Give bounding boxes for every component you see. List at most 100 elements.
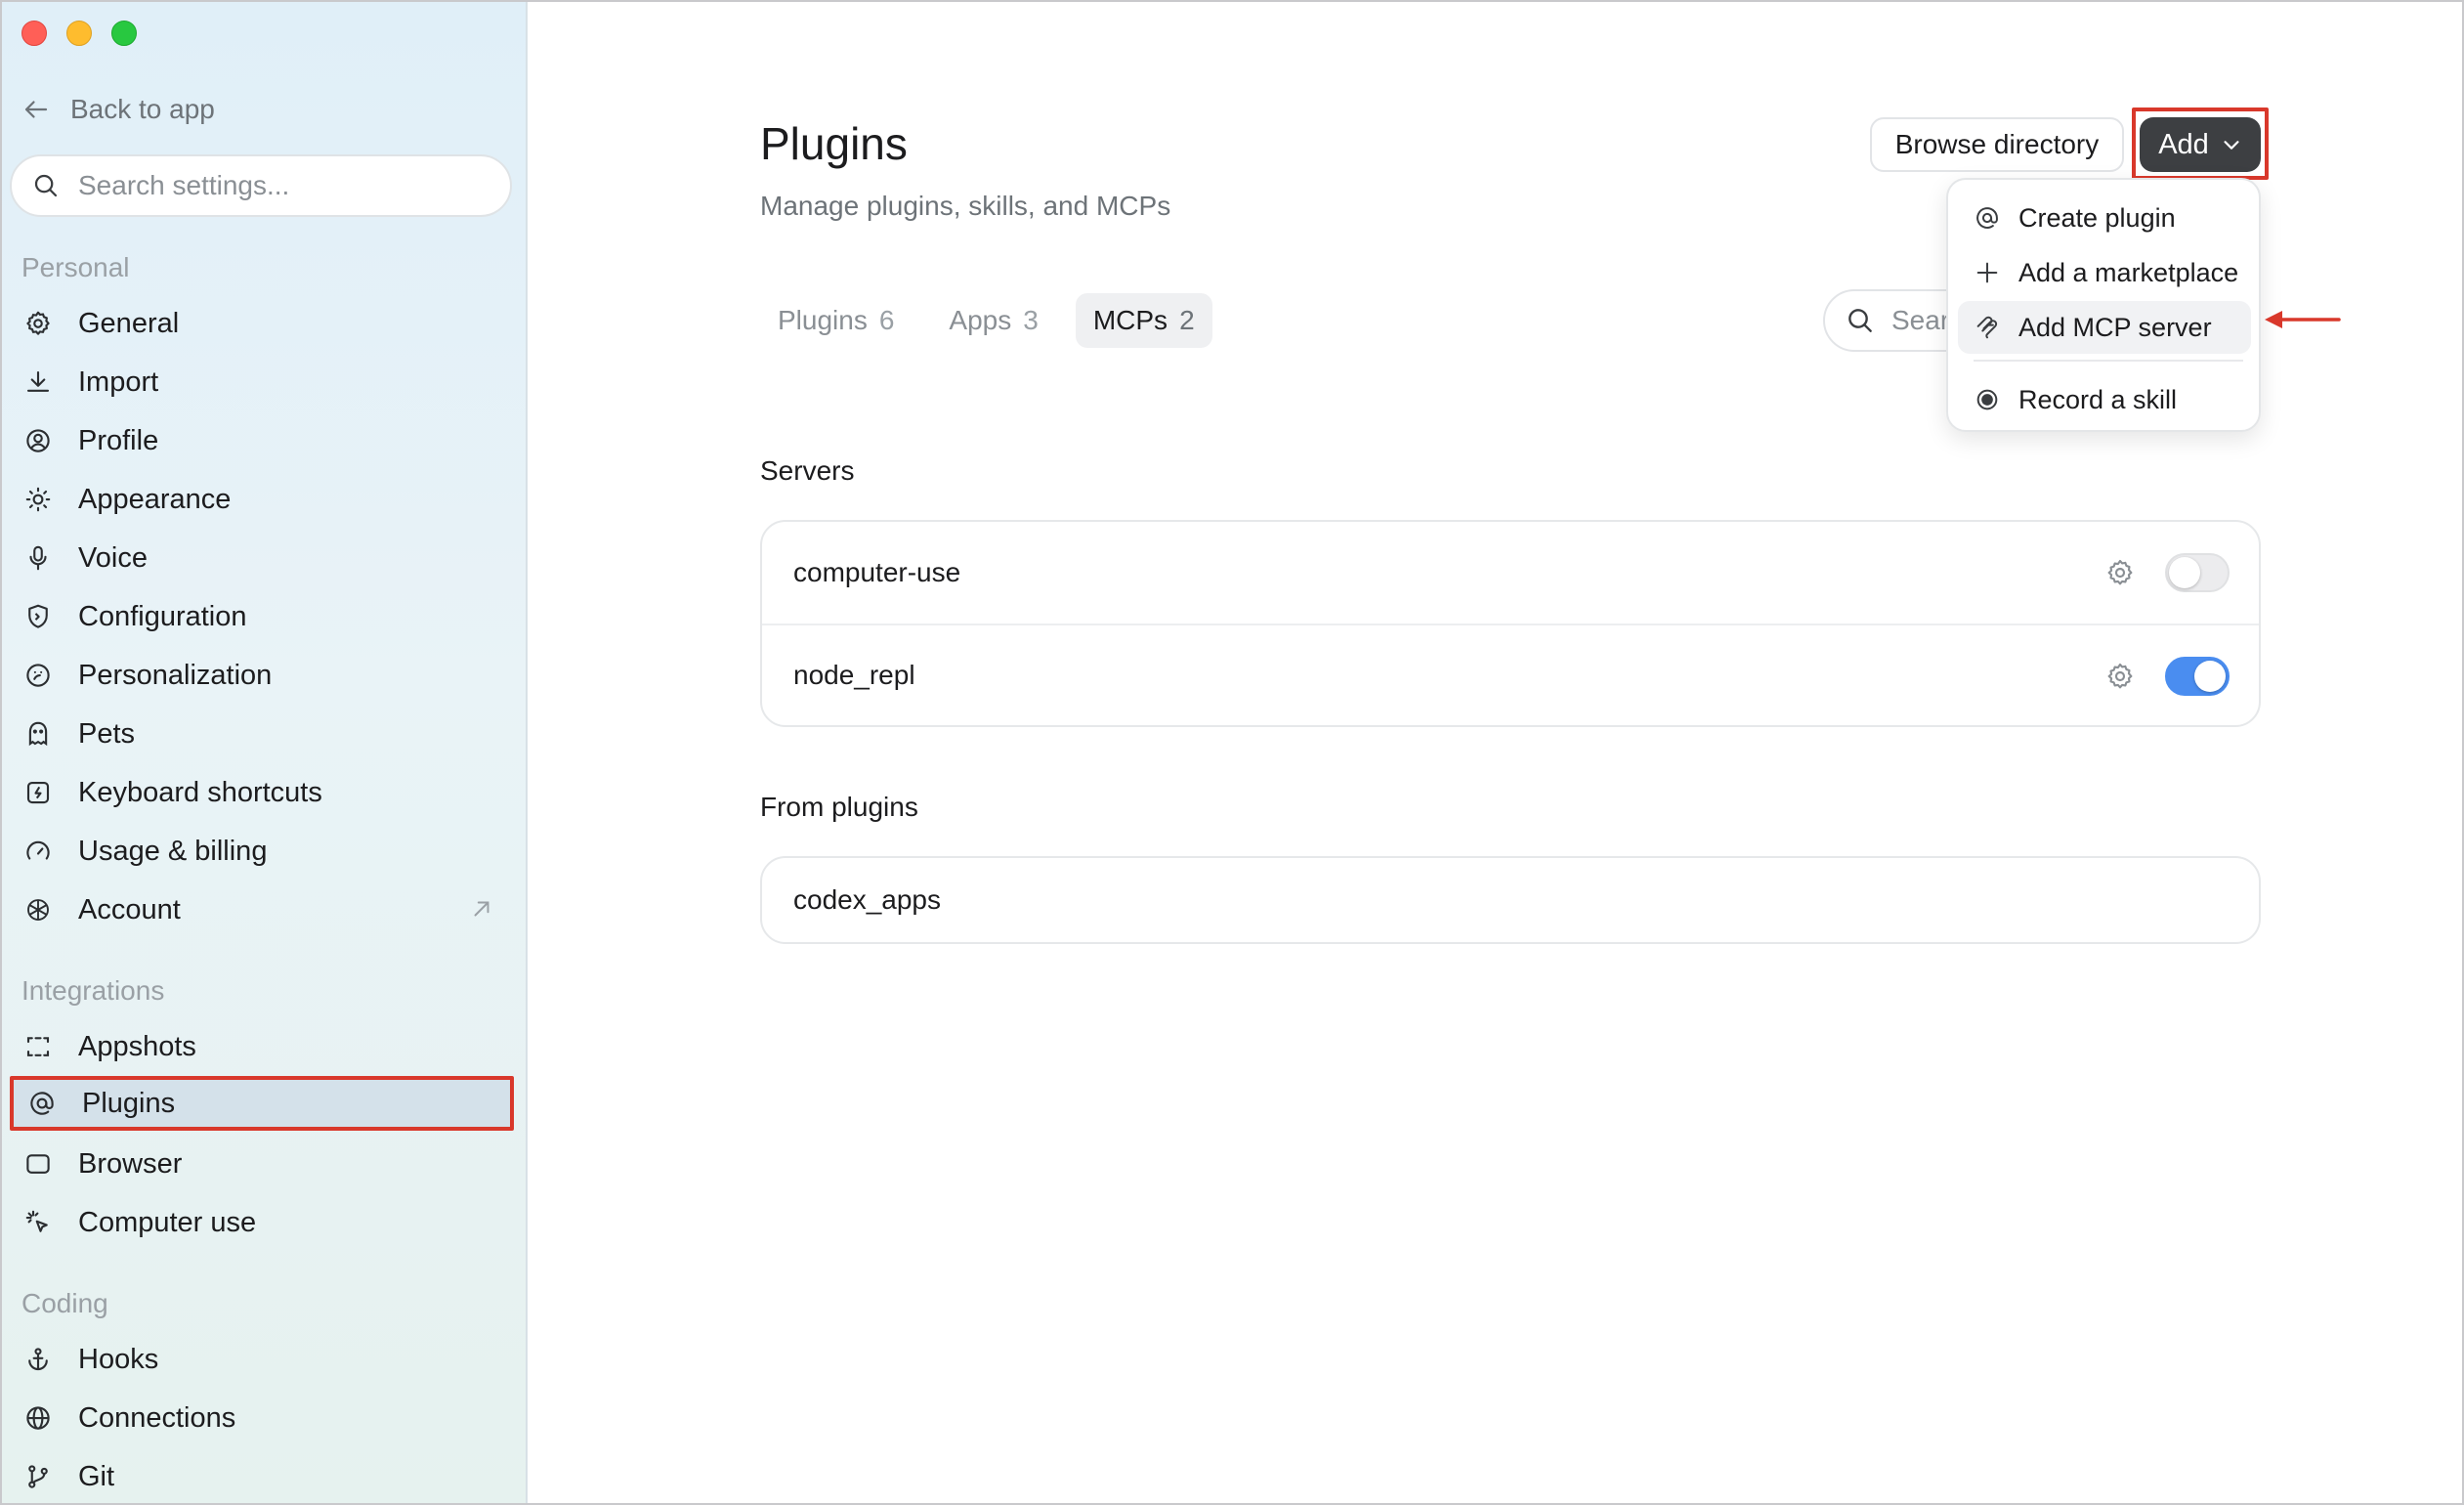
close-window-button[interactable] <box>21 21 47 46</box>
menu-divider <box>1974 360 2243 362</box>
sidebar-item-import[interactable]: Import <box>10 355 514 409</box>
anchor-icon <box>21 1343 55 1376</box>
servers-card: computer-use node_repl <box>760 520 2261 727</box>
browser-icon <box>21 1147 55 1181</box>
settings-window: Back to app Personal General Import Prof… <box>0 0 2464 1505</box>
at-icon <box>25 1087 59 1120</box>
window-controls <box>21 21 137 46</box>
sidebar-item-connections[interactable]: Connections <box>10 1391 514 1445</box>
gear-icon[interactable] <box>2104 661 2136 692</box>
from-plugins-card: codex_apps <box>760 856 2261 944</box>
tab-label: MCPs <box>1092 305 1168 335</box>
zoom-window-button[interactable] <box>111 21 137 46</box>
toggle-knob <box>2194 661 2226 692</box>
mcp-icon <box>1976 316 1998 339</box>
sidebar-item-usage-billing[interactable]: Usage & billing <box>10 824 514 879</box>
sidebar-item-label: Appshots <box>78 1030 196 1062</box>
section-coding: Coding <box>21 1288 108 1318</box>
globe-icon <box>21 1401 55 1435</box>
server-row: computer-use <box>762 522 2259 624</box>
sidebar-item-computer-use[interactable]: Computer use <box>10 1195 514 1250</box>
sidebar-item-label: General <box>78 307 180 339</box>
at-icon <box>1976 207 1998 229</box>
add-button[interactable]: Add <box>2140 117 2261 172</box>
sidebar: Back to app Personal General Import Prof… <box>2 2 528 1503</box>
sidebar-item-account[interactable]: Account <box>10 882 514 937</box>
settings-search-input[interactable] <box>78 170 469 201</box>
sidebar-item-label: Git <box>78 1460 115 1492</box>
arrow-left-icon <box>24 101 48 118</box>
plugin-server-name: codex_apps <box>793 884 942 915</box>
shield-icon <box>21 600 55 633</box>
menu-item-record-skill[interactable]: Record a skill <box>1958 373 2251 426</box>
sidebar-item-label: Browser <box>78 1147 183 1180</box>
plus-icon <box>1976 262 1998 283</box>
minimize-window-button[interactable] <box>66 21 92 46</box>
sidebar-item-browser[interactable]: Browser <box>10 1137 514 1191</box>
menu-item-label: Record a skill <box>2018 384 2178 414</box>
back-to-app-link[interactable]: Back to app <box>21 88 215 131</box>
pet-icon <box>21 717 55 751</box>
gear-icon[interactable] <box>2104 557 2136 588</box>
menu-item-add-mcp-server[interactable]: Add MCP server <box>1958 301 2251 354</box>
sidebar-item-appshots[interactable]: Appshots <box>10 1019 514 1074</box>
sidebar-item-configuration[interactable]: Configuration <box>10 589 514 644</box>
tab-count: 3 <box>1023 305 1039 335</box>
chevron-down-icon <box>2224 141 2239 150</box>
server-name: computer-use <box>793 557 961 587</box>
tab-plugins[interactable]: Plugins 6 <box>760 293 912 348</box>
external-link-icon <box>474 901 489 917</box>
sidebar-item-appearance[interactable]: Appearance <box>10 472 514 527</box>
page-title: Plugins <box>760 118 908 169</box>
plugin-server-row: codex_apps <box>762 858 2259 942</box>
settings-search[interactable] <box>10 154 512 217</box>
sidebar-item-label: Usage & billing <box>78 835 268 867</box>
tabs: Plugins 6 Apps 3 MCPs 2 <box>760 293 1212 348</box>
sidebar-item-label: Connections <box>78 1401 236 1434</box>
search-icon <box>34 174 58 197</box>
tab-count: 6 <box>878 305 895 335</box>
tab-label: Plugins <box>778 305 868 335</box>
sidebar-item-git[interactable]: Git <box>10 1449 514 1503</box>
sidebar-item-profile[interactable]: Profile <box>10 413 514 468</box>
sidebar-item-general[interactable]: General <box>10 296 514 351</box>
user-circle-icon <box>21 424 55 457</box>
branch-icon <box>21 1460 55 1493</box>
menu-item-label: Add a marketplace <box>2018 257 2239 287</box>
cursor-click-icon <box>21 1206 55 1239</box>
add-dropdown-menu: Create plugin Add a marketplace Add MCP … <box>1946 178 2261 432</box>
menu-item-label: Add MCP server <box>2018 312 2212 342</box>
sidebar-item-keyboard-shortcuts[interactable]: Keyboard shortcuts <box>10 765 514 820</box>
server-row: node_repl <box>762 624 2259 725</box>
sidebar-item-pets[interactable]: Pets <box>10 707 514 761</box>
sidebar-item-label: Plugins <box>82 1087 176 1119</box>
menu-item-create-plugin[interactable]: Create plugin <box>1958 192 2251 244</box>
tab-count: 2 <box>1179 305 1195 335</box>
personalization-icon <box>21 659 55 692</box>
server-toggle-node-repl[interactable] <box>2165 657 2230 696</box>
tab-apps[interactable]: Apps 3 <box>931 293 1055 348</box>
tab-mcps[interactable]: MCPs 2 <box>1075 293 1212 348</box>
server-toggle-computer-use[interactable] <box>2165 553 2230 592</box>
sidebar-item-label: Pets <box>78 717 136 750</box>
openai-icon <box>21 893 55 926</box>
sidebar-item-label: Personalization <box>78 659 273 691</box>
gear-icon <box>21 307 55 340</box>
sidebar-item-plugins[interactable]: Plugins <box>10 1076 514 1131</box>
sidebar-item-label: Keyboard shortcuts <box>78 776 322 808</box>
add-button-label: Add <box>2158 128 2209 160</box>
tab-label: Apps <box>949 305 1012 335</box>
menu-item-add-marketplace[interactable]: Add a marketplace <box>1958 246 2251 299</box>
download-icon <box>21 366 55 399</box>
search-icon <box>1848 309 1872 332</box>
microphone-icon <box>21 541 55 575</box>
section-personal: Personal <box>21 252 130 282</box>
sidebar-item-hooks[interactable]: Hooks <box>10 1332 514 1387</box>
sidebar-item-personalization[interactable]: Personalization <box>10 648 514 703</box>
sidebar-item-label: Profile <box>78 424 159 456</box>
sun-icon <box>21 483 55 516</box>
browse-directory-button[interactable]: Browse directory <box>1870 117 2124 172</box>
sidebar-item-label: Appearance <box>78 483 232 515</box>
sidebar-item-voice[interactable]: Voice <box>10 531 514 585</box>
page-subtitle: Manage plugins, skills, and MCPs <box>760 191 1171 221</box>
